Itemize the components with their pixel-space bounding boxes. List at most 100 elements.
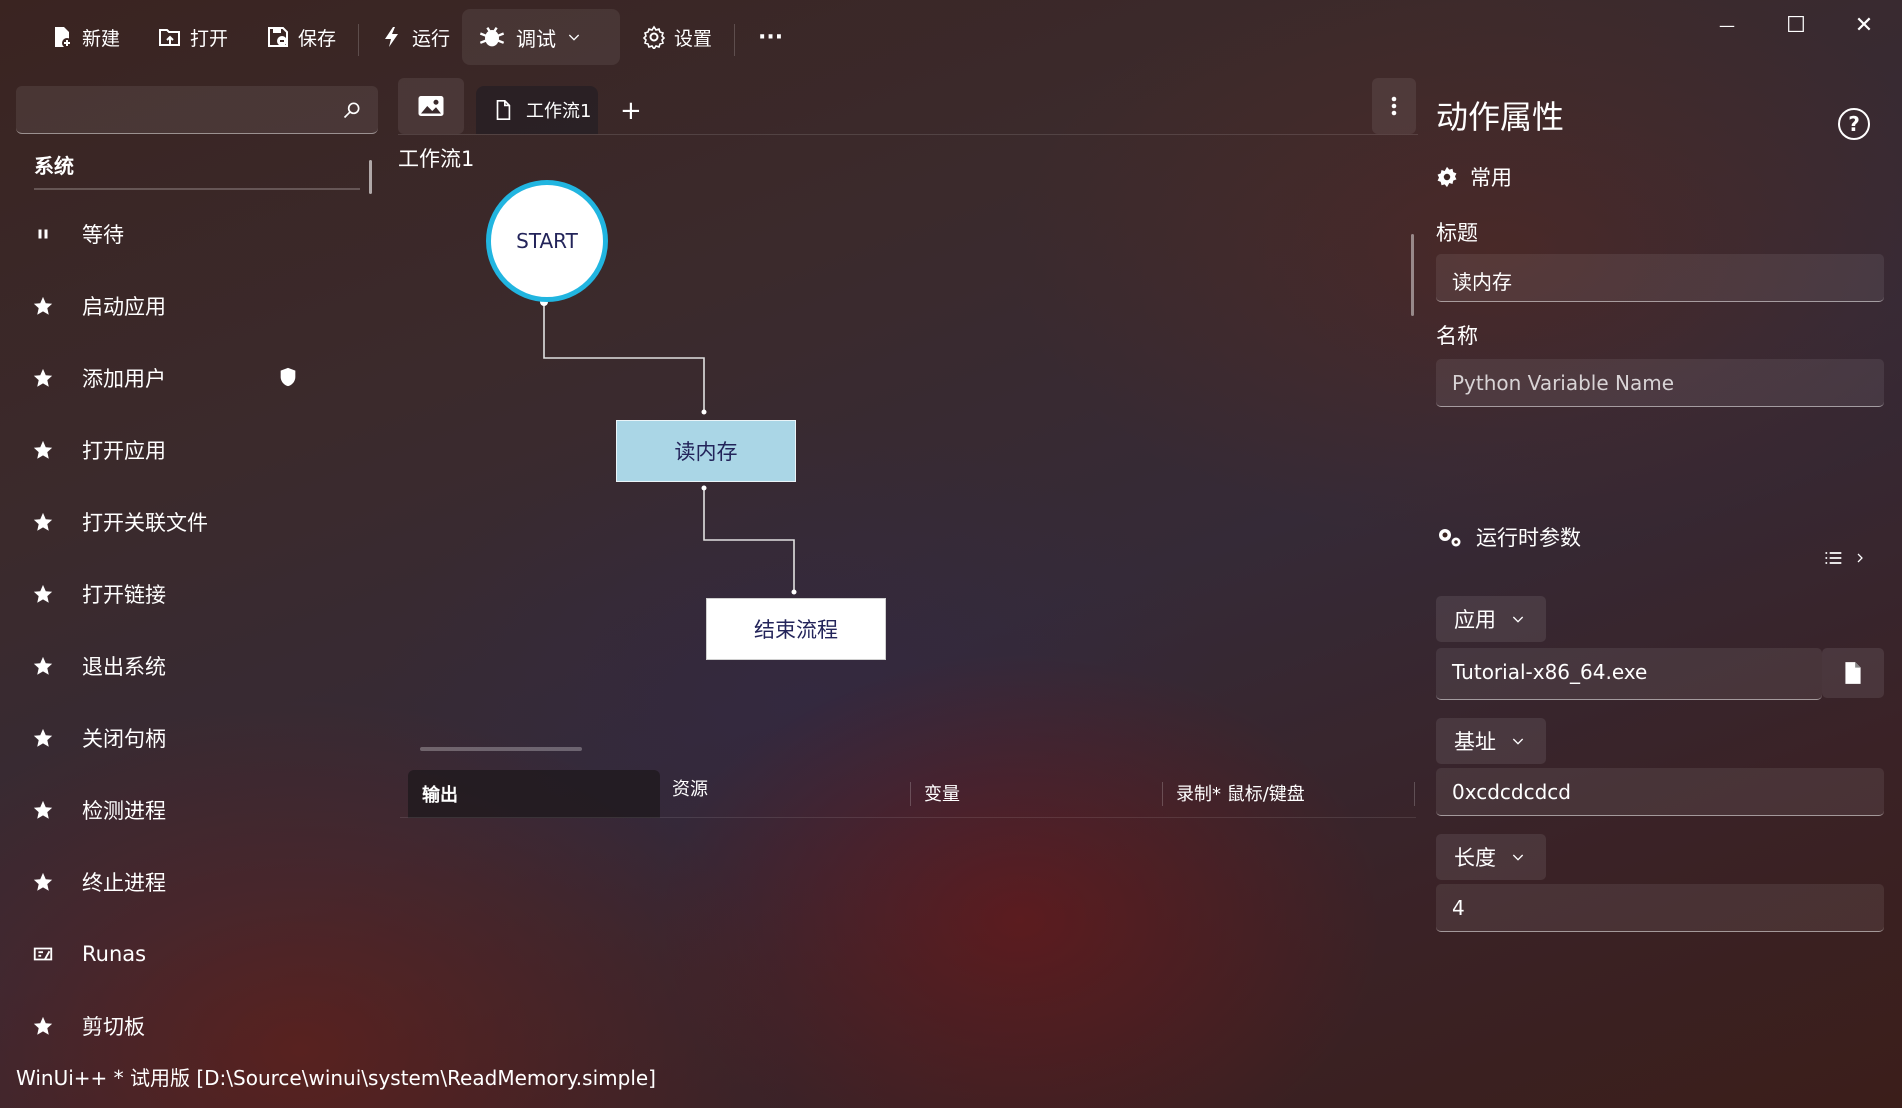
parameter-list-toggle[interactable]: [1820, 548, 1866, 568]
help-button[interactable]: ?: [1838, 108, 1870, 140]
name-label: 名称: [1436, 324, 1478, 348]
action-item[interactable]: 等待: [30, 210, 370, 258]
minimize-icon: —: [1719, 15, 1735, 35]
action-item[interactable]: 终止进程: [30, 858, 370, 906]
chevron-down-icon: [568, 34, 580, 41]
more-icon: ···: [758, 24, 784, 50]
star-icon: [30, 437, 56, 463]
star-icon: [30, 725, 56, 751]
action-item[interactable]: 退出系统: [30, 642, 370, 690]
add-tab-button[interactable]: +: [620, 96, 642, 126]
toolbar-divider: [358, 24, 359, 56]
action-item-label: 检测进程: [82, 799, 166, 823]
length-field[interactable]: 4: [1436, 884, 1884, 932]
length-combo-label: 长度: [1454, 846, 1496, 870]
save-button[interactable]: 保存: [260, 18, 342, 56]
start-node[interactable]: START: [486, 180, 608, 302]
list-icon: [1825, 552, 1842, 564]
action-item[interactable]: 剪切板: [30, 1002, 370, 1050]
bottom-tab-divider: [400, 817, 1416, 818]
maximize-icon: ☐: [1786, 12, 1806, 38]
editor-more-button[interactable]: [1372, 78, 1416, 134]
pause-icon: [30, 221, 56, 247]
debug-button[interactable]: 调试: [462, 9, 620, 65]
image-icon: [418, 96, 444, 116]
action-item[interactable]: 打开链接: [30, 570, 370, 618]
gears-icon: [1439, 529, 1461, 547]
tab-record-mouse-keyboard[interactable]: 录制* 鼠标/键盘: [1176, 770, 1305, 816]
panel-splitter-handle[interactable]: [420, 747, 582, 751]
tab-resources[interactable]: 资源: [672, 770, 708, 806]
gear-icon: [642, 25, 666, 49]
tab-divider: [910, 782, 911, 806]
tab-divider: [1162, 782, 1163, 806]
more-options-button[interactable]: ···: [752, 18, 789, 56]
tab-output[interactable]: 输出: [408, 770, 660, 818]
common-section-label: 常用: [1470, 166, 1512, 190]
length-combo[interactable]: 长度: [1436, 834, 1546, 880]
question-icon: ?: [1848, 112, 1860, 136]
status-bar-text: WinUi++ * 试用版 [D:\Source\winui\system\Re…: [16, 1066, 656, 1090]
action-item[interactable]: Runas: [30, 930, 370, 978]
document-icon: [496, 100, 511, 120]
action-item[interactable]: 添加用户: [30, 354, 370, 402]
app-field[interactable]: Tutorial-x86_64.exe: [1436, 648, 1822, 700]
title-field[interactable]: 读内存: [1436, 254, 1884, 302]
star-icon: [30, 509, 56, 535]
workflow-title: 工作流1: [398, 147, 475, 171]
settings-button[interactable]: 设置: [636, 18, 718, 56]
close-icon: ✕: [1854, 12, 1874, 38]
debug-label: 调试: [516, 26, 556, 51]
app-combo[interactable]: 应用: [1436, 596, 1546, 642]
action-item-label: 启动应用: [82, 295, 166, 319]
action-item[interactable]: 打开关联文件: [30, 498, 370, 546]
action-item-label: 退出系统: [82, 655, 166, 679]
bug-icon: [479, 27, 505, 47]
run-button[interactable]: 运行: [374, 18, 456, 56]
action-item[interactable]: 启动应用: [30, 282, 370, 330]
tab-divider: [1414, 782, 1415, 806]
end-flow-node[interactable]: 结束流程: [706, 598, 886, 660]
properties-scrollbar[interactable]: [1411, 234, 1414, 316]
action-item-label: 关闭句柄: [82, 727, 166, 751]
action-search-input[interactable]: [16, 86, 332, 132]
minimize-button[interactable]: —: [1697, 10, 1757, 40]
star-icon: [30, 581, 56, 607]
browse-file-button[interactable]: [1822, 648, 1884, 698]
shield-icon: [277, 366, 301, 390]
toolbar-divider: [734, 24, 735, 56]
workflow-canvas[interactable]: START 读内存 结束流程: [398, 172, 1408, 732]
category-header[interactable]: 系统: [34, 150, 74, 179]
open-button[interactable]: 打开: [152, 18, 234, 56]
name-field[interactable]: Python Variable Name: [1436, 359, 1884, 407]
action-item-label: 打开链接: [82, 583, 166, 607]
action-item[interactable]: 检测进程: [30, 786, 370, 834]
common-section-header: 常用: [1436, 162, 1512, 192]
save-icon: [268, 27, 288, 47]
star-icon: [30, 797, 56, 823]
chevron-down-icon: [1512, 854, 1524, 861]
chevron-down-icon: [1512, 738, 1524, 745]
action-list-scrollbar[interactable]: [369, 160, 372, 194]
image-tab-button[interactable]: [398, 78, 464, 134]
maximize-button[interactable]: ☐: [1766, 10, 1826, 40]
base-address-field[interactable]: 0xcdcdcdcd: [1436, 768, 1884, 816]
tab-variables[interactable]: 变量: [924, 770, 960, 816]
read-memory-node[interactable]: 读内存: [616, 420, 796, 482]
action-item-label: 剪切板: [82, 1015, 145, 1039]
action-item[interactable]: 关闭句柄: [30, 714, 370, 762]
new-button[interactable]: 新建: [44, 18, 126, 56]
close-button[interactable]: ✕: [1834, 10, 1894, 40]
action-item[interactable]: 打开应用: [30, 426, 370, 474]
run-label: 运行: [412, 27, 451, 50]
action-item-label: Runas: [82, 942, 147, 966]
action-item-label: 终止进程: [82, 871, 166, 895]
action-item-label: 添加用户: [82, 367, 166, 391]
base-address-combo[interactable]: 基址: [1436, 718, 1546, 764]
search-icon[interactable]: [342, 100, 362, 120]
tab-workflow1[interactable]: 工作流1: [476, 86, 598, 134]
open-label: 打开: [190, 27, 229, 50]
action-search-box[interactable]: [16, 86, 378, 134]
star-icon: [30, 293, 56, 319]
vertical-ellipsis-icon: [1391, 96, 1397, 116]
